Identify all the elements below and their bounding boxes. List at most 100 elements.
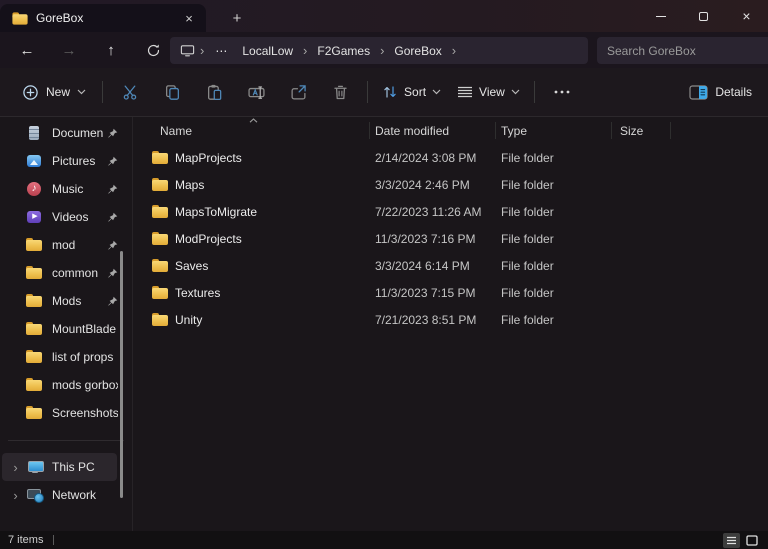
breadcrumb-segment[interactable]: GoreBox bbox=[387, 41, 448, 61]
titlebar: GoreBox × + × bbox=[0, 0, 768, 32]
minimize-icon bbox=[655, 15, 666, 17]
file-row[interactable]: MapsToMigrate 7/22/2023 11:26 AM File fo… bbox=[133, 198, 768, 225]
file-type: File folder bbox=[501, 204, 554, 219]
pin-icon bbox=[107, 296, 118, 307]
pin-icon bbox=[107, 184, 118, 195]
window-controls: × bbox=[639, 0, 768, 32]
file-name: MapProjects bbox=[175, 150, 242, 165]
maximize-button[interactable] bbox=[682, 0, 725, 32]
chevron-right-icon: › bbox=[200, 43, 205, 58]
column-header-row: Name Date modified Type Size bbox=[133, 117, 768, 144]
pin-icon bbox=[107, 156, 118, 167]
minimize-button[interactable] bbox=[639, 0, 682, 32]
sidebar-item[interactable]: Documents bbox=[2, 119, 130, 147]
this-pc-icon bbox=[180, 45, 195, 57]
breadcrumb-segment[interactable]: F2Games bbox=[310, 41, 377, 61]
search-box[interactable] bbox=[597, 37, 768, 64]
sort-button[interactable]: Sort bbox=[374, 78, 449, 106]
delete-button[interactable] bbox=[325, 77, 355, 107]
refresh-button[interactable] bbox=[138, 36, 168, 64]
folder-icon bbox=[26, 321, 42, 337]
file-row[interactable]: MapProjects 2/14/2024 3:08 PM File folde… bbox=[133, 144, 768, 171]
paste-button[interactable] bbox=[199, 77, 229, 107]
column-divider[interactable] bbox=[495, 122, 496, 139]
file-name: Saves bbox=[175, 258, 209, 273]
details-pane-button[interactable]: Details bbox=[687, 79, 754, 106]
file-type: File folder bbox=[501, 312, 554, 327]
sort-ascending-caret-icon bbox=[249, 118, 258, 123]
copy-icon bbox=[165, 84, 179, 100]
new-tab-button[interactable]: + bbox=[224, 5, 250, 31]
column-header-label: Size bbox=[620, 123, 644, 138]
sidebar-item-label: common bbox=[52, 266, 99, 280]
expand-chevron-icon[interactable]: › bbox=[9, 460, 22, 475]
forward-button[interactable]: → bbox=[54, 36, 84, 64]
up-button[interactable]: ↑ bbox=[96, 36, 126, 64]
see-more-button[interactable] bbox=[547, 77, 577, 107]
file-row[interactable]: Saves 3/3/2024 6:14 PM File folder bbox=[133, 252, 768, 279]
address-bar[interactable]: › ⋯ LocalLow › F2Games › GoreBox › bbox=[170, 37, 588, 64]
file-name-cell: MapProjects bbox=[133, 151, 369, 165]
column-header[interactable]: Date modified bbox=[369, 124, 495, 138]
file-row[interactable]: ModProjects 11/3/2023 7:16 PM File folde… bbox=[133, 225, 768, 252]
share-button[interactable] bbox=[283, 77, 313, 107]
view-button[interactable]: View bbox=[449, 79, 528, 105]
new-button-label: New bbox=[46, 85, 71, 99]
large-icons-view-toggle[interactable] bbox=[743, 533, 760, 548]
sidebar-item[interactable]: mods gorbox bbox=[2, 371, 130, 399]
chevron-down-icon bbox=[432, 89, 441, 95]
breadcrumb-segment[interactable]: LocalLow bbox=[235, 41, 300, 61]
file-row[interactable]: Unity 7/21/2023 8:51 PM File folder bbox=[133, 306, 768, 333]
new-button[interactable]: New bbox=[14, 78, 96, 107]
column-divider[interactable] bbox=[611, 122, 612, 139]
tree-item[interactable]: › This PC bbox=[2, 453, 117, 481]
column-header[interactable]: Size bbox=[611, 124, 670, 138]
rename-button[interactable] bbox=[241, 77, 271, 107]
sidebar-item[interactable]: common bbox=[2, 259, 130, 287]
back-button[interactable]: ← bbox=[12, 36, 42, 64]
column-header[interactable]: Name bbox=[133, 124, 369, 138]
close-button[interactable]: × bbox=[725, 0, 768, 32]
toolbar-divider bbox=[367, 81, 369, 103]
copy-button[interactable] bbox=[157, 77, 187, 107]
sidebar-item[interactable]: MountBlade Wa bbox=[2, 315, 130, 343]
file-name: Maps bbox=[175, 177, 205, 192]
column-divider[interactable] bbox=[670, 122, 671, 139]
tree-item[interactable]: › Network bbox=[2, 481, 117, 509]
pin-icon bbox=[107, 268, 118, 279]
sidebar-item[interactable]: Screenshots bbox=[2, 399, 130, 427]
breadcrumb-overflow-button[interactable]: ⋯ bbox=[209, 44, 233, 58]
file-type: File folder bbox=[501, 231, 554, 246]
sidebar-item[interactable]: Music bbox=[2, 175, 130, 203]
sidebar-item-label: mods gorbox bbox=[52, 378, 118, 392]
details-view-toggle[interactable] bbox=[723, 532, 740, 548]
folder-icon bbox=[26, 237, 42, 253]
sidebar-item[interactable]: mod bbox=[2, 231, 130, 259]
pictures-icon bbox=[26, 153, 42, 169]
sidebar-item[interactable]: Pictures bbox=[2, 147, 130, 175]
tab-close-icon[interactable]: × bbox=[180, 9, 198, 27]
sidebar-item[interactable]: Videos bbox=[2, 203, 130, 231]
sidebar-item[interactable]: list of props bbox=[2, 343, 130, 371]
more-ellipsis-icon bbox=[554, 90, 570, 94]
column-divider[interactable] bbox=[369, 122, 370, 139]
content-area: Documents Pictures Music Videos mod bbox=[0, 116, 768, 531]
folder-icon bbox=[26, 293, 42, 309]
sidebar-separator bbox=[8, 440, 124, 441]
chevron-right-icon: › bbox=[380, 43, 385, 58]
folder-icon bbox=[152, 151, 168, 164]
sidebar-item-label: Videos bbox=[52, 210, 89, 224]
file-type: File folder bbox=[501, 150, 554, 165]
sidebar-scrollbar[interactable] bbox=[120, 251, 123, 498]
pin-icon bbox=[107, 212, 118, 223]
file-row[interactable]: Maps 3/3/2024 2:46 PM File folder bbox=[133, 171, 768, 198]
tab-gorebox[interactable]: GoreBox × bbox=[0, 4, 206, 32]
folder-icon bbox=[26, 377, 42, 393]
search-input[interactable] bbox=[607, 43, 747, 58]
file-row[interactable]: Textures 11/3/2023 7:15 PM File folder bbox=[133, 279, 768, 306]
expand-chevron-icon[interactable]: › bbox=[9, 488, 22, 503]
cut-button[interactable] bbox=[115, 77, 145, 107]
column-header[interactable]: Type bbox=[495, 124, 611, 138]
file-date-modified: 3/3/2024 2:46 PM bbox=[375, 177, 470, 192]
sidebar-item[interactable]: Mods bbox=[2, 287, 130, 315]
